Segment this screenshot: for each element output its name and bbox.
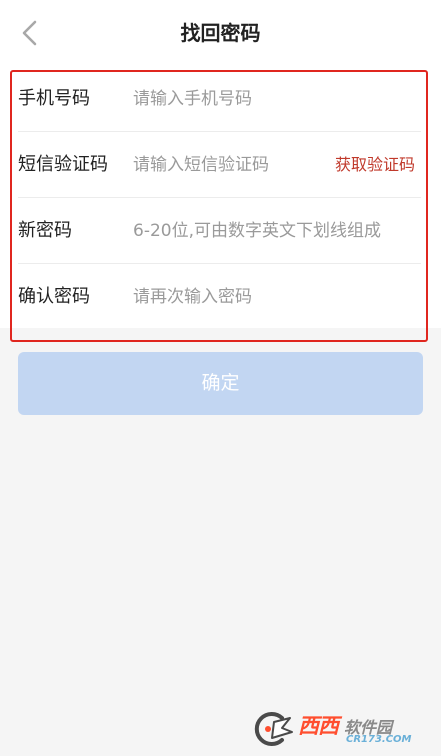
phone-label: 手机号码	[18, 88, 90, 109]
confirm-password-row: 确认密码	[0, 264, 441, 330]
confirm-password-label: 确认密码	[18, 286, 90, 307]
watermark-url: CR173.COM	[346, 734, 412, 745]
confirm-password-input[interactable]	[133, 278, 423, 316]
sms-code-label: 短信验证码	[18, 154, 108, 175]
new-password-input[interactable]	[133, 212, 423, 250]
sms-code-input[interactable]	[133, 146, 318, 184]
header-bar: 找回密码	[0, 0, 441, 66]
page-title: 找回密码	[180, 21, 261, 45]
watermark-logo-icon	[254, 712, 293, 746]
confirm-button[interactable]: 确定	[18, 352, 423, 415]
watermark-brand: 西西	[298, 714, 339, 738]
reset-password-form: 手机号码 短信验证码 获取验证码 新密码 确认密码	[0, 66, 441, 328]
new-password-row: 新密码	[0, 198, 441, 264]
phone-row: 手机号码	[0, 66, 441, 132]
watermark: 西西 软件园 CR173.COM	[252, 708, 432, 750]
phone-input[interactable]	[133, 80, 423, 118]
sms-code-row: 短信验证码 获取验证码	[0, 132, 441, 198]
get-code-button[interactable]: 获取验证码	[335, 132, 415, 198]
new-password-label: 新密码	[18, 220, 72, 241]
